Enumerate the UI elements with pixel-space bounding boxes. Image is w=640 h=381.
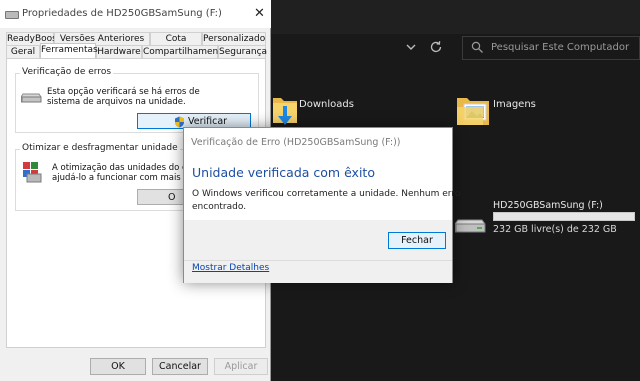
properties-titlebar: Propriedades de HD250GBSamSung (F:) ✕ (0, 0, 271, 28)
drive-usage-bar (493, 212, 635, 221)
show-details-link[interactable]: Mostrar Detalhes (192, 263, 269, 273)
close-button[interactable]: Fechar (388, 232, 446, 249)
success-message-line1: O Windows verificou corretamente a unida… (192, 189, 461, 199)
error-check-dialog-title: Verificação de Erro (HD250GBSamSung (F:)… (191, 137, 401, 148)
optimize-button[interactable]: O (137, 189, 187, 205)
tab-seguranca[interactable]: Segurança (218, 45, 267, 58)
tab-geral[interactable]: Geral (6, 45, 40, 58)
hard-drive-icon[interactable] (455, 214, 487, 236)
optimize-group-title: Otimizar e desfragmentar unidade (20, 143, 180, 153)
pictures-folder-icon[interactable] (456, 94, 490, 128)
folder-label-downloads[interactable]: Downloads (299, 99, 354, 110)
ok-button[interactable]: OK (90, 358, 146, 375)
tab-compartilhamento[interactable]: Compartilhamento (142, 45, 227, 58)
downloads-folder-icon[interactable] (272, 92, 298, 130)
drive-icon (21, 93, 42, 103)
apply-button[interactable]: Aplicar (214, 358, 268, 375)
close-icon[interactable]: ✕ (254, 6, 265, 21)
tab-personalizado[interactable]: Personalizado (202, 32, 266, 45)
search-icon (471, 41, 483, 53)
dialog-button-area: Fechar (184, 220, 452, 260)
tab-cota[interactable]: Cota (150, 32, 202, 45)
properties-title: Propriedades de HD250GBSamSung (F:) (22, 8, 222, 19)
tab-hardware[interactable]: Hardware (96, 45, 142, 58)
search-input[interactable]: Pesquisar Este Computador (462, 36, 640, 60)
search-placeholder: Pesquisar Este Computador (491, 42, 630, 53)
explorer-title-strip (268, 0, 640, 34)
defragment-icon (23, 162, 42, 183)
tab-ferramentas[interactable]: Ferramentas (40, 43, 98, 58)
chevron-down-icon[interactable] (404, 40, 418, 54)
drive-name-label[interactable]: HD250GBSamSung (F:) (493, 200, 603, 211)
drive-icon (5, 11, 19, 19)
error-check-description-line2: sistema de arquivos na unidade. (47, 97, 186, 107)
drive-free-space: 232 GB livre(s) de 232 GB (493, 224, 617, 235)
error-check-dialog: Verificação de Erro (HD250GBSamSung (F:)… (183, 127, 460, 283)
success-message-line2: encontrado. (192, 202, 247, 212)
refresh-icon[interactable] (428, 39, 444, 55)
success-heading: Unidade verificada com êxito (192, 165, 375, 180)
error-check-description-line1: Esta opção verificará se há erros de (47, 87, 200, 97)
folder-label-imagens[interactable]: Imagens (493, 99, 536, 110)
cancel-button[interactable]: Cancelar (152, 358, 208, 375)
error-check-group-title: Verificação de erros (20, 67, 114, 77)
